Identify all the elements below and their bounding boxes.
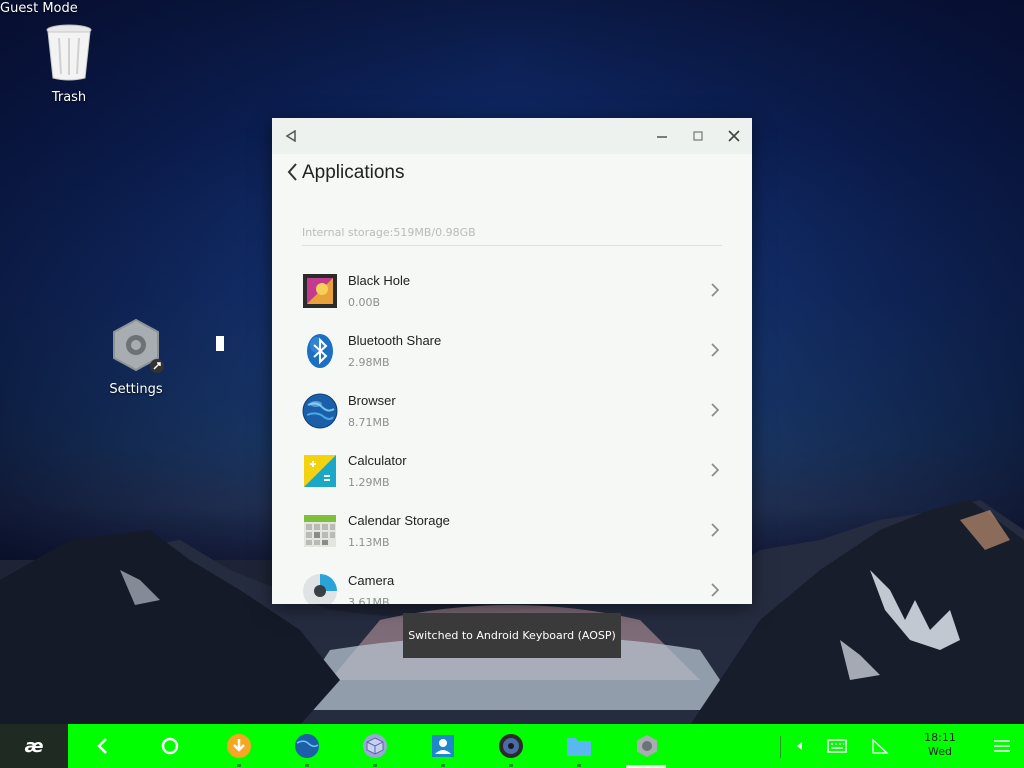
running-indicator bbox=[305, 764, 309, 767]
taskbar-separator bbox=[780, 736, 781, 758]
cube-icon bbox=[363, 734, 387, 758]
app-size: 0.00B bbox=[348, 296, 381, 309]
taskbar-downloads-app[interactable] bbox=[225, 732, 253, 760]
taskbar-music-app[interactable] bbox=[497, 732, 525, 760]
app-name: Calculator bbox=[348, 453, 407, 468]
list-item[interactable]: Calendar Storage 1.13MB bbox=[272, 498, 752, 558]
clock-time: 18:11 bbox=[924, 731, 956, 744]
download-icon bbox=[227, 734, 251, 758]
taskbar-settings-app[interactable] bbox=[633, 732, 661, 760]
black-hole-app-icon bbox=[303, 274, 337, 308]
desktop-icon-settings[interactable]: Settings bbox=[91, 318, 181, 397]
app-size: 8.71MB bbox=[348, 416, 390, 429]
hamburger-menu-icon bbox=[994, 740, 1010, 752]
clock-day: Wed bbox=[928, 745, 952, 758]
back-triangle-icon bbox=[285, 130, 296, 142]
chevron-right-icon bbox=[711, 463, 720, 477]
trash-icon bbox=[46, 24, 92, 81]
chevron-right-icon bbox=[711, 583, 720, 597]
browser-globe-icon bbox=[302, 393, 338, 429]
text-cursor bbox=[216, 336, 224, 351]
calendar-storage-icon bbox=[304, 515, 336, 547]
desktop-icon-trash[interactable]: Trash bbox=[24, 24, 114, 105]
window-maximize-button[interactable] bbox=[687, 126, 709, 146]
tray-signal-button[interactable] bbox=[866, 732, 894, 760]
window-close-button[interactable] bbox=[723, 126, 745, 146]
running-indicator bbox=[441, 764, 445, 767]
speaker-icon bbox=[499, 734, 523, 758]
browser-globe-icon bbox=[295, 734, 319, 758]
calculator-app-icon bbox=[304, 455, 336, 487]
close-icon bbox=[728, 130, 740, 142]
taskbar-contacts-app[interactable] bbox=[429, 732, 457, 760]
app-list: Black Hole 0.00B Bluetooth Share 2.98MB bbox=[272, 258, 752, 604]
maximize-icon bbox=[693, 131, 703, 141]
chevron-right-icon bbox=[711, 403, 720, 417]
app-name: Browser bbox=[348, 393, 396, 408]
app-size: 1.13MB bbox=[348, 536, 390, 549]
chevron-right-icon bbox=[711, 283, 720, 297]
settings-gear-icon bbox=[113, 318, 164, 373]
list-item[interactable]: Black Hole 0.00B bbox=[272, 258, 752, 318]
list-item[interactable]: Camera 3.61MB bbox=[272, 558, 752, 604]
tray-keyboard-button[interactable] bbox=[823, 732, 851, 760]
app-size: 3.61MB bbox=[348, 596, 390, 604]
toast-message: Switched to Android Keyboard (AOSP) bbox=[403, 613, 621, 658]
chevron-right-icon bbox=[711, 523, 720, 537]
storage-info: Internal storage:519MB/0.98GB bbox=[302, 226, 722, 246]
trash-label: Trash bbox=[51, 90, 87, 105]
start-menu-button[interactable]: æ bbox=[0, 724, 68, 768]
home-circle-icon bbox=[161, 737, 179, 755]
list-item[interactable]: Calculator 1.29MB bbox=[272, 438, 752, 498]
running-indicator bbox=[577, 764, 581, 767]
app-header: Applications bbox=[272, 154, 752, 196]
taskbar-files-app[interactable] bbox=[565, 732, 593, 760]
guest-mode-label: Guest Mode bbox=[0, 1, 78, 16]
settings-label: Settings bbox=[109, 382, 163, 397]
back-arrow-icon bbox=[97, 738, 107, 754]
caret-left-icon bbox=[797, 742, 802, 750]
folder-icon bbox=[567, 738, 591, 756]
app-name: Black Hole bbox=[348, 273, 411, 288]
list-item[interactable]: Bluetooth Share 2.98MB bbox=[272, 318, 752, 378]
window-back-button[interactable] bbox=[280, 126, 302, 146]
running-indicator bbox=[373, 764, 377, 767]
list-item[interactable]: Browser 8.71MB bbox=[272, 378, 752, 438]
app-name: Bluetooth Share bbox=[348, 333, 442, 348]
signal-icon bbox=[872, 738, 889, 754]
app-size: 1.29MB bbox=[348, 476, 390, 489]
contacts-icon bbox=[432, 735, 454, 757]
app-size: 2.98MB bbox=[348, 356, 390, 369]
app-name: Calendar Storage bbox=[348, 513, 450, 528]
running-indicator bbox=[237, 764, 241, 767]
taskbar: æ 18:11 Wed bbox=[0, 724, 1024, 768]
minimize-icon bbox=[657, 136, 667, 138]
taskbar-back-button[interactable] bbox=[89, 732, 117, 760]
camera-app-icon bbox=[303, 574, 337, 604]
taskbar-clock[interactable]: 18:11 Wed bbox=[915, 731, 965, 759]
applications-window: Applications Internal storage:519MB/0.98… bbox=[272, 118, 752, 604]
taskbar-3d-app[interactable] bbox=[361, 732, 389, 760]
running-indicator bbox=[509, 764, 513, 767]
taskbar-browser-app[interactable] bbox=[293, 732, 321, 760]
bluetooth-app-icon bbox=[307, 334, 333, 368]
notifications-menu-button[interactable] bbox=[988, 732, 1016, 760]
taskbar-home-button[interactable] bbox=[156, 732, 184, 760]
window-minimize-button[interactable] bbox=[651, 126, 673, 146]
keyboard-icon bbox=[827, 739, 847, 753]
settings-gear-icon bbox=[637, 735, 657, 757]
back-chevron-icon[interactable] bbox=[284, 160, 302, 184]
tray-expand-button[interactable] bbox=[786, 732, 814, 760]
chevron-right-icon bbox=[711, 343, 720, 357]
page-title: Applications bbox=[302, 162, 405, 183]
app-name: Camera bbox=[348, 573, 395, 588]
window-titlebar[interactable] bbox=[272, 118, 752, 154]
